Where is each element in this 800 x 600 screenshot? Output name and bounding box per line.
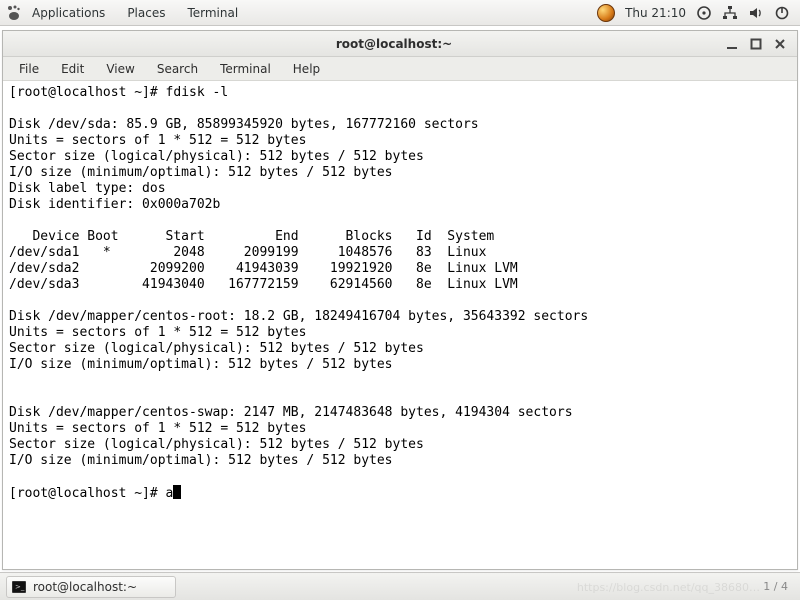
workspace-pager[interactable]: 1 / 4 <box>763 580 794 593</box>
output-line: Units = sectors of 1 * 512 = 512 bytes <box>9 421 306 436</box>
output-line: Sector size (logical/physical): 512 byte… <box>9 149 424 164</box>
menu-terminal2[interactable]: Terminal <box>210 59 281 79</box>
bottom-taskbar: >_ root@localhost:~ 1 / 4 <box>0 572 800 600</box>
output-line: I/O size (minimum/optimal): 512 bytes / … <box>9 357 393 372</box>
maximize-button[interactable] <box>749 37 763 51</box>
menu-places[interactable]: Places <box>117 3 175 23</box>
window-titlebar[interactable]: root@localhost:~ <box>3 31 797 57</box>
output-line: Disk /dev/sda: 85.9 GB, 85899345920 byte… <box>9 117 479 132</box>
menu-help[interactable]: Help <box>283 59 330 79</box>
output-line: Units = sectors of 1 * 512 = 512 bytes <box>9 325 306 340</box>
terminal-viewport[interactable]: [root@localhost ~]# fdisk -l Disk /dev/s… <box>3 81 797 569</box>
menu-search[interactable]: Search <box>147 59 208 79</box>
accessibility-icon[interactable] <box>696 5 712 21</box>
output-line: /dev/sda3 41943040 167772159 62914560 8e… <box>9 277 518 292</box>
svg-text:>_: >_ <box>15 583 25 591</box>
gnome-foot-icon <box>6 5 22 21</box>
window-controls <box>715 37 797 51</box>
global-app-menu: Applications Places Terminal <box>22 3 248 23</box>
menu-view[interactable]: View <box>96 59 144 79</box>
clock[interactable]: Thu 21:10 <box>625 6 686 20</box>
taskbar-button-label: root@localhost:~ <box>33 580 137 594</box>
output-line: /dev/sda1 * 2048 2099199 1048576 83 Linu… <box>9 245 486 260</box>
output-line: Device Boot Start End Blocks Id System <box>9 229 494 244</box>
update-notifier-icon[interactable] <box>597 4 615 22</box>
output-line: Disk identifier: 0x000a702b <box>9 197 220 212</box>
terminal-menubar: File Edit View Search Terminal Help <box>3 57 797 81</box>
taskbar-button-terminal[interactable]: >_ root@localhost:~ <box>6 576 176 598</box>
output-line: /dev/sda2 2099200 41943039 19921920 8e L… <box>9 261 518 276</box>
terminal-window: root@localhost:~ File Edit View Search T… <box>2 30 798 570</box>
output-line: Disk /dev/mapper/centos-root: 18.2 GB, 1… <box>9 309 588 324</box>
volume-icon[interactable] <box>748 5 764 21</box>
output-line: Sector size (logical/physical): 512 byte… <box>9 437 424 452</box>
output-line: Sector size (logical/physical): 512 byte… <box>9 341 424 356</box>
close-button[interactable] <box>773 37 787 51</box>
terminal-cursor <box>173 485 181 499</box>
output-line: I/O size (minimum/optimal): 512 bytes / … <box>9 165 393 180</box>
menu-file[interactable]: File <box>9 59 49 79</box>
minimize-button[interactable] <box>725 37 739 51</box>
output-line: I/O size (minimum/optimal): 512 bytes / … <box>9 453 393 468</box>
prompt: [root@localhost ~]# <box>9 486 166 501</box>
command-text: a <box>166 486 174 501</box>
power-icon[interactable] <box>774 5 790 21</box>
prompt: [root@localhost ~]# <box>9 85 166 100</box>
network-icon[interactable] <box>722 5 738 21</box>
output-line: Units = sectors of 1 * 512 = 512 bytes <box>9 133 306 148</box>
menu-edit[interactable]: Edit <box>51 59 94 79</box>
output-line: Disk label type: dos <box>9 181 166 196</box>
window-title: root@localhost:~ <box>73 37 715 51</box>
menu-applications[interactable]: Applications <box>22 3 115 23</box>
system-tray: Thu 21:10 <box>597 4 794 22</box>
top-panel: Applications Places Terminal Thu 21:10 <box>0 0 800 26</box>
command-text: fdisk -l <box>166 85 229 100</box>
output-line: Disk /dev/mapper/centos-swap: 2147 MB, 2… <box>9 405 573 420</box>
terminal-icon: >_ <box>11 579 27 595</box>
menu-terminal[interactable]: Terminal <box>177 3 248 23</box>
